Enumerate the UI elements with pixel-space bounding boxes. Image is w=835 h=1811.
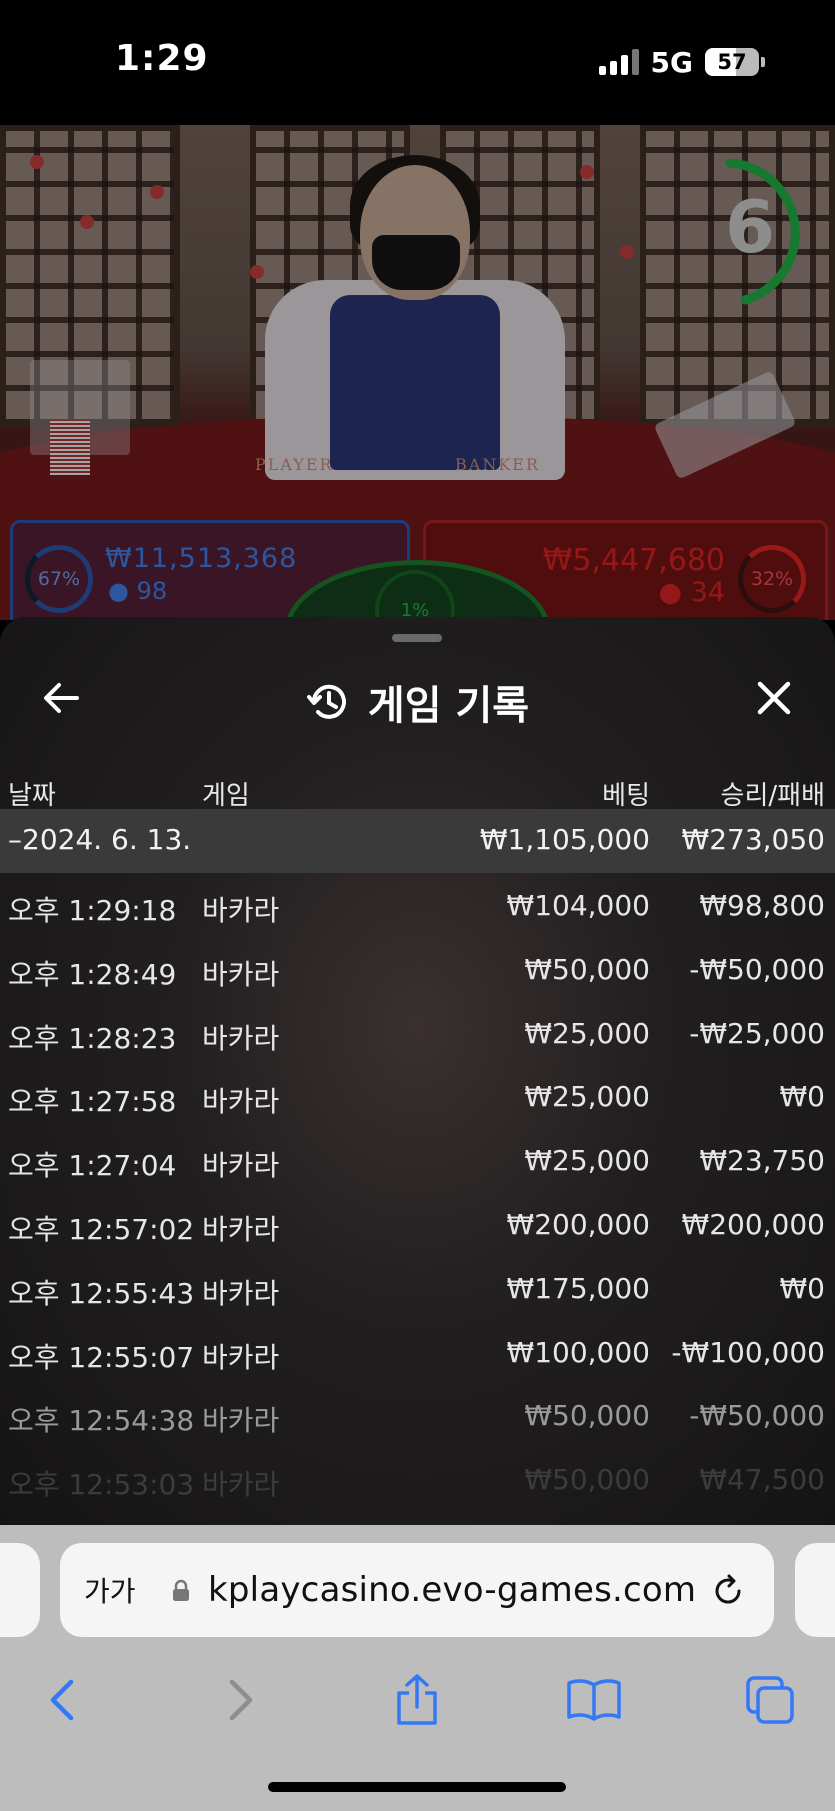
chevron-left-icon — [50, 1679, 74, 1721]
col-header-result: 승리/패배 — [720, 781, 825, 811]
reload-icon[interactable] — [710, 1573, 746, 1609]
row-time: 오후 12:54:38 — [8, 1404, 195, 1438]
history-row[interactable]: 오후 1:28:23 바카라 ₩25,000 -₩25,000 — [0, 1001, 835, 1065]
row-result: ₩200,000 — [681, 1207, 825, 1241]
row-bet: ₩25,000 — [524, 1016, 650, 1050]
sheet-grabber[interactable] — [392, 634, 442, 642]
close-icon — [757, 681, 791, 715]
row-time: 오후 12:57:02 — [8, 1212, 195, 1246]
tabs-button[interactable] — [740, 1670, 800, 1730]
live-dealer-video[interactable]: PLAYER BANKER 6 1% 67% ₩11,513,368 ● 98 … — [0, 125, 835, 620]
book-icon — [567, 1679, 621, 1721]
chevron-right-icon — [229, 1679, 253, 1721]
row-result: ₩47,500 — [699, 1463, 825, 1497]
network-type: 5G — [650, 45, 693, 79]
row-game: 바카라 — [202, 1021, 280, 1055]
lock-icon — [173, 1579, 189, 1601]
row-game: 바카라 — [202, 1340, 280, 1374]
row-game: 바카라 — [202, 1468, 280, 1502]
close-button[interactable] — [749, 673, 799, 723]
url-text: kplaycasino.evo-games.com — [208, 1570, 697, 1610]
status-time: 1:29 — [115, 38, 209, 79]
browser-back-button[interactable] — [32, 1670, 92, 1730]
row-bet: ₩104,000 — [506, 889, 650, 922]
history-row[interactable]: 오후 12:57:02 바카라 ₩200,000 ₩200,000 — [0, 1192, 835, 1256]
row-result: ₩98,800 — [699, 889, 825, 922]
cellular-signal-icon — [598, 49, 639, 75]
summary-bet: ₩1,105,000 — [479, 823, 650, 856]
row-game: 바카라 — [202, 894, 280, 927]
browser-toolbar — [0, 1650, 835, 1811]
video-dim-overlay — [0, 125, 835, 620]
row-game: 바카라 — [202, 1276, 280, 1310]
row-time: 오후 12:55:07 — [8, 1340, 195, 1374]
row-time: 오후 1:29:18 — [8, 894, 177, 927]
history-row[interactable]: 오후 12:55:43 바카라 ₩175,000 ₩0 — [0, 1256, 835, 1320]
row-bet: ₩25,000 — [524, 1080, 650, 1114]
row-time: 오후 1:27:04 — [8, 1149, 177, 1183]
row-result: -₩100,000 — [671, 1335, 825, 1369]
battery-level: 57 — [717, 50, 747, 74]
status-bar: 1:29 5G 57 — [0, 0, 835, 125]
row-result: -₩50,000 — [689, 952, 825, 986]
browser-url-area: 가가 kplaycasino.evo-games.com — [0, 1525, 835, 1650]
bookmarks-button[interactable] — [564, 1670, 624, 1730]
share-button[interactable] — [387, 1670, 447, 1730]
battery-tip — [761, 57, 765, 67]
row-time: 오후 12:55:43 — [8, 1276, 195, 1310]
history-row[interactable]: 오후 12:53:03 바카라 ₩50,000 ₩47,500 — [0, 1447, 835, 1511]
row-bet: ₩200,000 — [506, 1207, 650, 1241]
row-game: 바카라 — [202, 1212, 280, 1246]
sheet-header: 게임 기록 — [0, 647, 835, 757]
col-header-date: 날짜 — [8, 781, 56, 811]
date-summary-row[interactable]: –2024. 6. 13. ₩1,105,000 ₩273,050 — [0, 809, 835, 873]
row-result: -₩25,000 — [689, 1016, 825, 1050]
text-size-button[interactable]: 가가 — [84, 1570, 136, 1610]
history-row[interactable]: 오후 1:27:58 바카라 ₩25,000 ₩0 — [0, 1064, 835, 1128]
tabs-icon — [746, 1676, 794, 1724]
row-game: 바카라 — [202, 1404, 280, 1438]
summary-result: ₩273,050 — [681, 823, 825, 856]
row-bet: ₩50,000 — [524, 1463, 650, 1497]
row-time: 오후 1:27:58 — [8, 1085, 177, 1119]
history-row[interactable]: 오후 1:27:04 바카라 ₩25,000 ₩23,750 — [0, 1128, 835, 1192]
history-row[interactable]: 오후 12:54:38 바카라 ₩50,000 -₩50,000 — [0, 1383, 835, 1447]
row-result: ₩23,750 — [699, 1144, 825, 1178]
next-tab-preview[interactable] — [795, 1543, 835, 1637]
sheet-title-wrap: 게임 기록 — [0, 673, 835, 731]
row-time: 오후 1:28:23 — [8, 1021, 177, 1055]
col-header-game: 게임 — [202, 781, 250, 811]
home-indicator[interactable] — [268, 1782, 566, 1792]
row-game: 바카라 — [202, 1149, 280, 1183]
row-game: 바카라 — [202, 957, 280, 991]
status-indicators: 5G 57 — [598, 44, 765, 80]
row-result: -₩50,000 — [689, 1399, 825, 1433]
row-result: ₩0 — [779, 1080, 826, 1114]
game-history-sheet: 게임 기록 날짜 게임 베팅 승리/패배 –2024. 6. 13. ₩1,10… — [0, 617, 835, 1525]
history-icon — [306, 684, 346, 719]
row-bet: ₩25,000 — [524, 1144, 650, 1178]
row-game: 바카라 — [202, 1085, 280, 1119]
row-time: 오후 12:53:03 — [8, 1468, 195, 1502]
history-row[interactable]: 오후 1:29:18 바카라 ₩104,000 ₩98,800 — [0, 873, 835, 937]
row-bet: ₩100,000 — [506, 1335, 650, 1369]
history-row[interactable]: 오후 12:55:07 바카라 ₩100,000 -₩100,000 — [0, 1320, 835, 1384]
col-header-bet: 베팅 — [602, 781, 650, 811]
previous-tab-preview[interactable] — [0, 1543, 40, 1637]
row-bet: ₩175,000 — [506, 1271, 650, 1305]
battery-icon: 57 — [705, 48, 759, 76]
history-rows: 오후 1:29:18 바카라 ₩104,000 ₩98,800 오후 1:28:… — [0, 873, 835, 1511]
row-bet: ₩50,000 — [524, 952, 650, 986]
row-result: ₩0 — [779, 1271, 826, 1305]
browser-forward-button[interactable] — [211, 1670, 271, 1730]
row-time: 오후 1:28:49 — [8, 957, 177, 991]
address-bar[interactable]: 가가 kplaycasino.evo-games.com — [60, 1543, 774, 1637]
row-bet: ₩50,000 — [524, 1399, 650, 1433]
sheet-title: 게임 기록 — [367, 683, 530, 729]
share-icon — [397, 1674, 437, 1725]
summary-date: –2024. 6. 13. — [8, 823, 192, 856]
history-row[interactable]: 오후 1:28:49 바카라 ₩50,000 -₩50,000 — [0, 937, 835, 1001]
